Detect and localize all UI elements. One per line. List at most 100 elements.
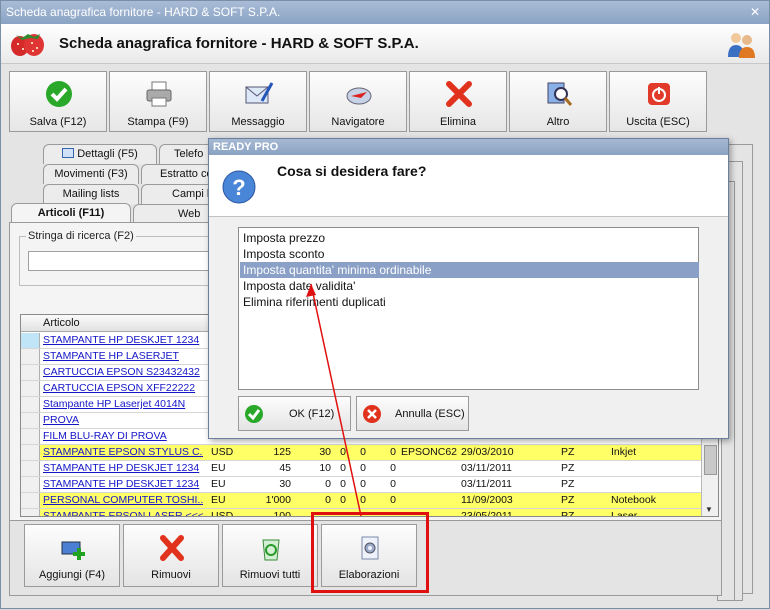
other-button-label: Altro <box>546 116 570 128</box>
action-dialog: READY PRO ? Cosa si desidera fare? Impos… <box>208 138 729 439</box>
table-cell: 100 <box>273 510 291 517</box>
table-cell: EU <box>211 462 226 474</box>
compass-icon <box>346 87 372 105</box>
check-icon <box>245 405 263 423</box>
row-selector[interactable] <box>21 493 40 508</box>
option-item[interactable]: Elimina riferimenti duplicati <box>240 294 699 310</box>
table-cell: USD <box>211 510 234 517</box>
users-icon[interactable] <box>725 29 757 59</box>
table-cell: PZ <box>561 462 575 474</box>
cell-articolo[interactable]: FILM BLU-RAY DI PROVA <box>43 430 203 442</box>
power-icon <box>648 83 670 105</box>
option-item[interactable]: Imposta prezzo <box>240 230 699 246</box>
cell-articolo[interactable]: STAMPANTE HP DESKJET 1234 <box>43 462 203 474</box>
cell-articolo[interactable]: CARTUCCIA EPSON XFF22222 <box>43 382 203 394</box>
table-cell: 11/09/2003 <box>461 494 513 506</box>
cancel-button-label: Annulla (ESC) <box>395 408 465 420</box>
cancel-button[interactable]: Annulla (ESC) <box>356 396 469 431</box>
delete-icon <box>446 81 472 107</box>
table-cell: 29/03/2010 <box>461 446 514 458</box>
table-row[interactable]: STAMPANTE HP DESKJET 1234 EU 30 0 0 0 0 03/11/2… <box>21 477 701 493</box>
main-window: Scheda anagrafica fornitore - HARD & SOF… <box>0 0 770 609</box>
row-selector[interactable] <box>21 365 40 380</box>
cell-articolo[interactable]: STAMPANTE HP DESKJET 1234 <box>43 478 203 490</box>
column-header-articolo: Articolo <box>43 317 80 329</box>
row-selector[interactable] <box>21 509 40 516</box>
cell-articolo[interactable]: STAMPANTE HP LASERJET <box>43 350 203 362</box>
table-cell: EU <box>211 494 226 506</box>
scroll-down-icon[interactable]: ▼ <box>705 505 713 514</box>
option-item-selected[interactable]: Imposta quantita' minima ordinabile <box>240 262 699 278</box>
table-cell: PZ <box>561 446 575 458</box>
question-icon: ? <box>222 170 256 204</box>
delete-button[interactable]: Elimina <box>409 71 507 132</box>
row-selector[interactable] <box>21 381 40 396</box>
row-selector[interactable] <box>21 349 40 364</box>
table-cell: Inkjet <box>611 446 637 458</box>
cell-articolo[interactable]: STAMPANTE HP DESKJET 1234 <box>43 334 203 346</box>
add-button-label: Aggiungi (F4) <box>38 569 106 581</box>
options-list: Imposta prezzo Imposta sconto Imposta qu… <box>238 227 699 390</box>
table-cell: 0 <box>340 462 346 474</box>
table-cell: 0 <box>360 462 366 474</box>
strawberry-logo-icon <box>11 34 44 56</box>
page-title: Scheda anagrafica fornitore - HARD & SOF… <box>59 35 419 52</box>
option-item[interactable]: Imposta date validita' <box>240 278 699 294</box>
tab-mailing-lists[interactable]: Mailing lists <box>43 184 139 204</box>
remove-all-button[interactable]: Rimuovi tutti <box>222 524 318 587</box>
print-button[interactable]: Stampa (F9) <box>109 71 207 132</box>
table-cell: 03/11/2011 <box>461 462 512 474</box>
row-selector[interactable] <box>21 397 40 412</box>
page-header: Scheda anagrafica fornitore - HARD & SOF… <box>1 24 769 64</box>
cell-articolo[interactable]: Stampante HP Laserjet 4014N <box>43 398 203 410</box>
table-cell: Laser <box>611 510 638 517</box>
search-label: Stringa di ricerca (F2) <box>26 230 136 242</box>
cell-articolo[interactable]: PERSONAL COMPUTER TOSHI... <box>43 494 203 506</box>
navigator-button[interactable]: Navigatore <box>309 71 407 132</box>
option-item[interactable]: Imposta sconto <box>240 246 699 262</box>
row-selector[interactable] <box>21 477 40 492</box>
table-cell: 03/11/2011 <box>461 478 512 490</box>
dialog-question: Cosa si desidera fare? <box>277 163 427 179</box>
other-button[interactable]: Altro <box>509 71 607 132</box>
table-cell: 0 <box>340 446 346 458</box>
tab-dettagli[interactable]: Dettagli (F5) <box>43 144 157 164</box>
cell-articolo[interactable]: STAMPANTE EPSON STYLUS C... <box>43 446 203 458</box>
table-cell: 0 <box>360 494 366 506</box>
cell-articolo[interactable]: STAMPANTE EPSON LASER <<< <box>43 510 203 516</box>
table-row[interactable]: STAMPANTE EPSON STYLUS C... USD 125 30 0 0 0 EP… <box>21 445 701 461</box>
table-cell: PZ <box>561 478 575 490</box>
row-selector[interactable] <box>21 445 40 460</box>
table-cell: 0 <box>390 446 396 458</box>
table-cell: 0 <box>325 478 331 490</box>
message-button[interactable]: Messaggio <box>209 71 307 132</box>
tab-dettagli-label: Dettagli (F5) <box>77 148 138 160</box>
close-icon[interactable]: ✕ <box>750 1 760 24</box>
search-input[interactable] <box>28 251 218 271</box>
add-button[interactable]: Aggiungi (F4) <box>24 524 120 587</box>
table-cell: USD <box>211 446 234 458</box>
printer-icon <box>146 81 172 107</box>
row-selector[interactable] <box>21 461 40 476</box>
table-row[interactable]: PERSONAL COMPUTER TOSHI... EU 1'000 0 0 0 0 11/… <box>21 493 701 509</box>
recycle-bin-icon <box>262 539 280 561</box>
table-row[interactable]: STAMPANTE HP DESKJET 1234 EU 45 10 0 0 0 03/11/… <box>21 461 701 477</box>
remove-button[interactable]: Rimuovi <box>123 524 219 587</box>
scrollbar-thumb[interactable] <box>704 445 717 475</box>
row-selector[interactable] <box>21 429 40 444</box>
ok-button[interactable]: OK (F12) <box>238 396 351 431</box>
tab-movimenti[interactable]: Movimenti (F3) <box>43 164 139 184</box>
svg-text:?: ? <box>232 175 245 200</box>
main-toolbar: Salva (F12) Stampa (F9) Messaggio Naviga… <box>9 71 709 132</box>
row-selector[interactable] <box>21 413 40 428</box>
message-button-label: Messaggio <box>231 116 285 128</box>
row-selector[interactable] <box>21 333 40 348</box>
table-scrollbar[interactable]: ▼ <box>701 439 718 516</box>
tab-web[interactable]: Web <box>133 204 219 224</box>
cell-articolo[interactable]: CARTUCCIA EPSON S23432432 <box>43 366 203 378</box>
exit-button[interactable]: Uscita (ESC) <box>609 71 707 132</box>
table-cell: 30 <box>279 478 291 490</box>
save-button[interactable]: Salva (F12) <box>9 71 107 132</box>
cell-articolo[interactable]: PROVA <box>43 414 203 426</box>
ok-button-label: OK (F12) <box>289 408 335 420</box>
